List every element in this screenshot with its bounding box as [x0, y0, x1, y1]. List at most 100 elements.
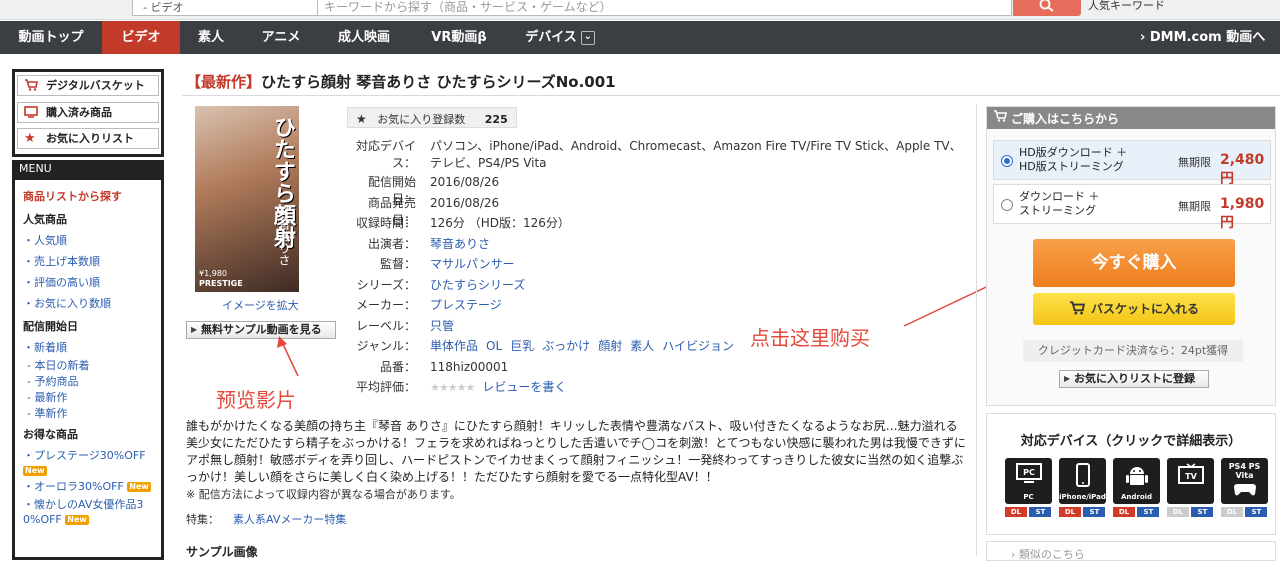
- menu-popular-heading: 人気商品: [23, 213, 67, 226]
- device-label: Android: [1120, 493, 1153, 501]
- info-row-maker: メーカー： プレステージ: [346, 295, 976, 316]
- favorite-count-label: お気に入り登録数: [377, 113, 466, 126]
- menu-item-newest[interactable]: ・新着順: [23, 337, 161, 358]
- info-row-release-date: 商品発売日： 2016/08/26: [346, 193, 976, 227]
- info-row-genre: ジャンル： 単体作品 OL 巨乳 ぶっかけ 顔射 素人 ハイビジョン: [346, 336, 976, 357]
- genre-link[interactable]: 顔射: [598, 339, 622, 353]
- menu-item-prestige-sale[interactable]: ・プレステージ30%OFF: [23, 445, 161, 466]
- category-select[interactable]: - ビデオ: [132, 0, 318, 16]
- device-android[interactable]: Android: [1113, 458, 1160, 504]
- option-radio[interactable]: [1001, 155, 1013, 167]
- nav-video-top[interactable]: 動画トップ: [0, 21, 102, 54]
- info-value: 2016/08/26: [430, 175, 500, 189]
- st-badge: ST: [1191, 507, 1214, 517]
- star-icon: ★: [24, 131, 36, 146]
- purchase-header: ご購入はこちらから: [987, 107, 1275, 129]
- purchase-box: ご購入はこちらから HD版ダウンロード ＋ HD版ストリーミング 無期限 2,48…: [986, 106, 1276, 406]
- option-name: HD版ダウンロード ＋: [1019, 146, 1128, 159]
- product-cover-image[interactable]: ひたすら顔射 78 琴音ありさ ¥1,980 PRESTIGE: [195, 106, 299, 292]
- nav-dmm-link[interactable]: › DMM.com 動画へ: [1140, 21, 1280, 54]
- special-feature: 特集： 素人系AVメーカー特集: [186, 511, 346, 527]
- related-box[interactable]: › 類似のこちら: [986, 541, 1276, 561]
- add-to-favorites-button[interactable]: お気に入りリストに登録: [1059, 370, 1209, 388]
- device-tv[interactable]: TV: [1167, 458, 1214, 504]
- menu-item-latest[interactable]: - 最新作: [23, 390, 161, 406]
- free-sample-button[interactable]: 無料サンプル動画を見る: [186, 321, 336, 339]
- menu-item-popular[interactable]: ・人気順: [23, 230, 161, 251]
- search-input[interactable]: キーワードから探す（商品・サービス・ゲームなど）: [318, 0, 1012, 16]
- device-label: PC: [1023, 493, 1034, 501]
- svg-text:TV: TV: [1185, 472, 1197, 481]
- menu-list-search-heading[interactable]: 商品リストから探す: [23, 186, 161, 207]
- device-iphone[interactable]: iPhone/iPad: [1059, 458, 1106, 504]
- cart-icon: [994, 110, 1007, 122]
- nav-vr[interactable]: VR動画β: [408, 21, 510, 54]
- label-link[interactable]: 只管: [430, 319, 454, 333]
- menu-item-reserve[interactable]: - 予約商品: [23, 374, 161, 390]
- genre-link[interactable]: 素人: [630, 339, 654, 353]
- menu-item-aurora-sale[interactable]: ・オーロラ30%OFF New: [23, 476, 161, 497]
- device-tv-badges: DL ST: [1167, 507, 1214, 517]
- option-radio[interactable]: [1001, 199, 1013, 211]
- special-link[interactable]: 素人系AVメーカー特集: [233, 513, 346, 526]
- menu-item-rating[interactable]: ・評価の高い順: [23, 272, 161, 293]
- favorite-count-box: ★ お気に入り登録数 225: [347, 107, 517, 128]
- nav-adult-film[interactable]: 成人映画: [320, 21, 408, 54]
- info-key: メーカー：: [355, 298, 416, 312]
- info-key: 出演者：: [367, 236, 416, 251]
- info-key: 品番：: [379, 359, 416, 374]
- device-pc[interactable]: PC PC: [1005, 458, 1052, 504]
- product-title-text: ひたすら顔射 琴音ありさ ひたすらシリーズNo.001: [261, 73, 616, 91]
- genre-link[interactable]: ハイビジョン: [662, 339, 734, 353]
- tv-icon: TV: [1178, 463, 1204, 484]
- st-badge: ST: [1029, 507, 1052, 517]
- search-button[interactable]: [1013, 0, 1081, 16]
- info-row-cast: 出演者： 琴音ありさ: [346, 234, 976, 255]
- purchase-option-sd[interactable]: ダウンロード ＋ストリーミング 無期限 1,980円: [993, 184, 1271, 231]
- genre-link[interactable]: 巨乳: [510, 339, 534, 353]
- write-review-link[interactable]: レビューを書く: [482, 380, 566, 394]
- menu-item-sales[interactable]: ・売上げ本数順: [23, 251, 161, 272]
- nav-anime[interactable]: アニメ: [242, 21, 320, 54]
- popular-keywords-link[interactable]: 人気キーワード: [1088, 0, 1165, 13]
- info-row-series: シリーズ： ひたすらシリーズ: [346, 275, 976, 296]
- digital-basket-button[interactable]: デジタルバスケット: [17, 75, 159, 96]
- nav-video[interactable]: ビデオ: [102, 21, 180, 54]
- cart-icon: [25, 79, 38, 91]
- cast-link[interactable]: 琴音ありさ: [430, 237, 490, 251]
- menu-item-today[interactable]: - 本日の新着: [23, 358, 161, 374]
- enlarge-image-link[interactable]: イメージを拡大: [222, 297, 299, 313]
- monitor-icon: [24, 106, 38, 118]
- nav-devices-label: デバイス: [525, 30, 577, 45]
- series-link[interactable]: ひたすらシリーズ: [430, 278, 525, 292]
- menu-item-semi-new[interactable]: - 準新作: [23, 406, 161, 422]
- annotation-arrow-preview: [277, 336, 299, 377]
- genre-link[interactable]: 単体作品: [430, 339, 478, 353]
- info-key: 監督：: [379, 257, 416, 271]
- add-to-cart-button[interactable]: バスケットに入れる: [1033, 293, 1235, 325]
- info-value: パソコン、iPhone/iPad、Android、Chromecast、Amaz…: [430, 139, 962, 170]
- buy-now-button[interactable]: 今すぐ購入: [1033, 239, 1235, 287]
- maker-link[interactable]: プレステージ: [430, 298, 502, 312]
- search-icon: [1039, 0, 1054, 12]
- sidebar-menu: MENU 商品リストから探す 人気商品 ・人気順 ・売上げ本数順 ・評価の高い順…: [12, 160, 164, 560]
- nav-devices[interactable]: デバイス ⌄: [510, 21, 610, 54]
- favorites-button[interactable]: ★ お気に入りリスト: [17, 128, 159, 149]
- pc-icon: PC: [1016, 463, 1042, 483]
- column-divider: [976, 104, 977, 556]
- genre-link[interactable]: ぶっかけ: [542, 339, 590, 353]
- latest-tag: 【最新作】: [186, 73, 262, 91]
- device-iphone-badges: DL ST: [1059, 507, 1106, 517]
- info-row-start-date: 配信開始日： 2016/08/26: [346, 172, 976, 206]
- menu-item-favorites[interactable]: ・お気に入り数順: [23, 293, 161, 314]
- info-key: レーベル：: [355, 318, 416, 333]
- device-ps[interactable]: PS4 PS Vita: [1221, 458, 1268, 504]
- cart-icon: [1070, 301, 1085, 315]
- genre-link[interactable]: OL: [486, 339, 502, 353]
- director-link[interactable]: マサルパンサー: [430, 257, 515, 271]
- purchase-option-hd[interactable]: HD版ダウンロード ＋ HD版ストリーミング 無期限 2,480円: [993, 140, 1271, 187]
- menu-item-classic-sale[interactable]: ・懐かしのAV女優作品3 0%OFF New: [23, 497, 161, 527]
- nav-amateur[interactable]: 素人: [180, 21, 242, 54]
- purchased-button[interactable]: 購入済み商品: [17, 102, 159, 123]
- info-row-label: レーベル： 只管: [346, 316, 976, 337]
